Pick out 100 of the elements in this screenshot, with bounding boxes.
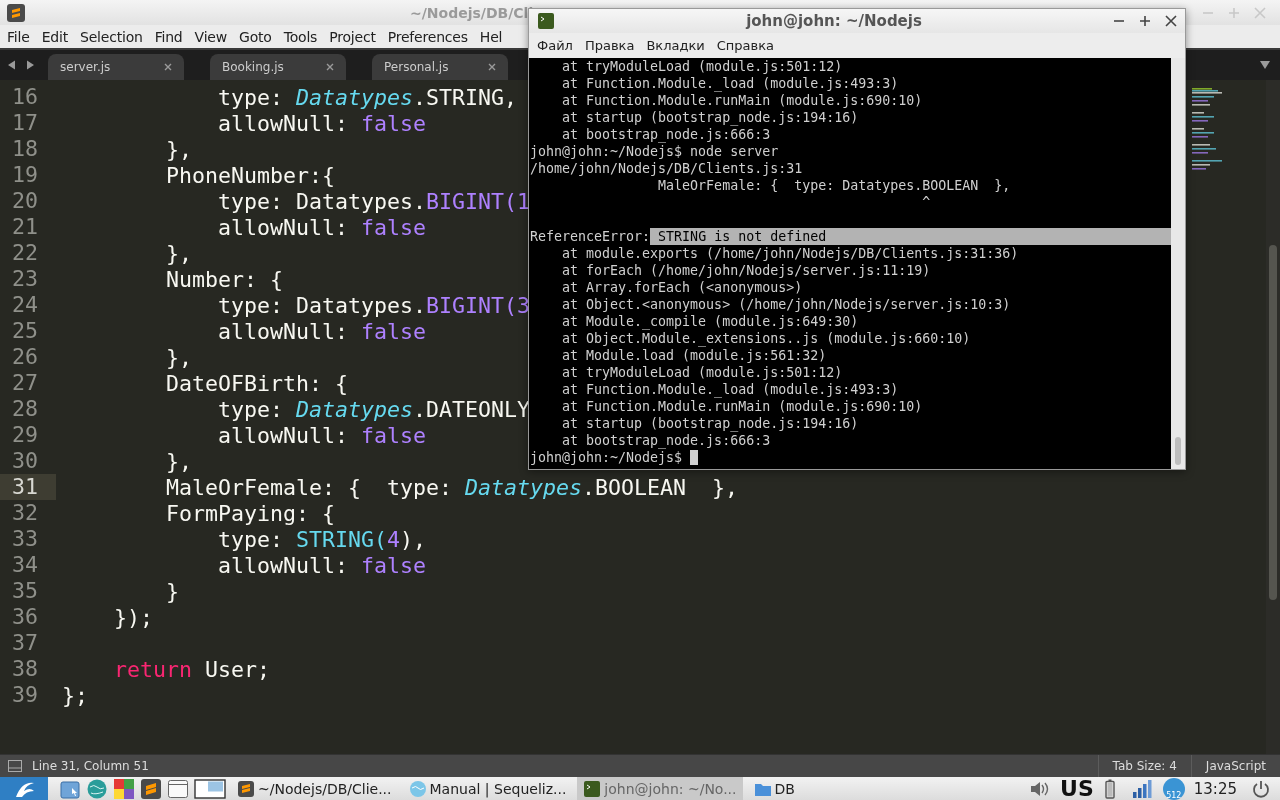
terminal-line: at startup (bootstrap_node.js:194:16) xyxy=(561,415,859,432)
menu-item[interactable]: Правка xyxy=(578,38,641,53)
line-number: 37 xyxy=(11,630,39,656)
code-line: }; xyxy=(61,682,88,708)
color-blocks-icon[interactable] xyxy=(113,777,135,800)
file-tab[interactable]: Personal.js xyxy=(372,54,508,80)
power-icon[interactable] xyxy=(1252,779,1270,798)
code-line: }); xyxy=(113,604,153,630)
menu-item[interactable]: Project xyxy=(323,28,382,45)
code-line: allowNull: false xyxy=(217,110,427,136)
line-number: 23 xyxy=(11,266,39,292)
code-line: type: Datatypes.BIGINT(1 xyxy=(217,188,531,214)
code-line: FormPaying: { xyxy=(165,500,335,526)
tab-scroll-arrows-icon[interactable] xyxy=(8,60,34,70)
taskbar-task[interactable]: john@john: ~/No... xyxy=(577,777,743,800)
terminal-line: at Function.Module.runMain (module.js:690:10) xyxy=(561,398,923,415)
terminal-line: at Object.<anonymous> (/home/john/Nodejs/server.js:10:3) xyxy=(561,296,1011,313)
code-line: PhoneNumber:{ xyxy=(165,162,335,188)
clock[interactable]: 13:25 xyxy=(1193,779,1237,798)
menu-item[interactable]: Вкладки xyxy=(640,38,711,53)
show-desktop-icon[interactable] xyxy=(194,777,226,800)
keyboard-layout[interactable]: US xyxy=(1060,776,1094,800)
menu-item[interactable]: File xyxy=(1,28,36,45)
terminal-line: at Function.Module.runMain (module.js:690:10) xyxy=(561,92,923,109)
close-icon[interactable] xyxy=(326,63,334,71)
code-line: }, xyxy=(165,136,192,162)
globe-icon[interactable] xyxy=(86,777,108,800)
line-number: 27 xyxy=(11,370,39,396)
line-number: 30 xyxy=(11,448,39,474)
line-number: 33 xyxy=(11,526,39,552)
code-line: allowNull: false xyxy=(217,214,427,240)
dropdown-icon[interactable] xyxy=(1260,61,1270,69)
panel-icon[interactable] xyxy=(8,760,22,772)
menu-item[interactable]: Selection xyxy=(73,28,149,45)
taskbar-task[interactable]: Manual | Sequeliz... xyxy=(402,777,573,800)
terminal-line: at module.exports (/home/john/Nodejs/DB/Clients.js:31:36) xyxy=(561,245,1019,262)
menu-item[interactable]: Файл xyxy=(531,38,579,53)
line-number: 39 xyxy=(11,682,39,708)
terminal-line: at bootstrap_node.js:666:3 xyxy=(561,432,771,449)
window-title: john@john: ~/Nodejs xyxy=(744,12,923,30)
code-line: }, xyxy=(165,344,192,370)
scrollbar-thumb[interactable] xyxy=(1175,437,1181,465)
code-line: }, xyxy=(165,240,192,266)
code-line: type: Datatypes.BIGINT(3 xyxy=(217,292,531,318)
code-line: MaleOrFemale: { type: Datatypes.BOOLEAN }, xyxy=(165,474,739,500)
line-number: 19 xyxy=(11,162,39,188)
terminal-line: at Object.Module._extensions..js (module.js:660:10) xyxy=(561,330,971,347)
terminal-line: at Function.Module._load (module.js:493:3) xyxy=(561,75,899,92)
terminal-line: at forEach (/home/john/Nodejs/server.js:11:19) xyxy=(561,262,931,279)
terminal-line: at tryModuleLoad (module.js:501:12) xyxy=(561,364,843,381)
signal-icon[interactable] xyxy=(1131,779,1152,798)
code-line: }, xyxy=(165,448,192,474)
line-number: 24 xyxy=(11,292,39,318)
line-number: 18 xyxy=(11,136,39,162)
terminal-line: at Function.Module._load (module.js:493:3) xyxy=(561,381,899,398)
menu-item[interactable]: Справка xyxy=(710,38,781,53)
code-line: Number: { xyxy=(165,266,283,292)
menu-item[interactable]: Tools xyxy=(277,28,324,45)
terminal-line: at tryModuleLoad (module.js:501:12) xyxy=(561,58,843,75)
code-line: return User; xyxy=(113,656,271,682)
app-icon[interactable] xyxy=(140,777,162,800)
terminal-icon xyxy=(537,12,555,30)
close-icon[interactable] xyxy=(164,63,172,71)
menu-item[interactable]: Find xyxy=(148,28,189,45)
start-menu-icon[interactable] xyxy=(0,777,48,800)
window-icon[interactable] xyxy=(167,777,189,800)
globe-icon xyxy=(408,779,427,798)
volume-icon[interactable] xyxy=(1029,779,1050,798)
terminal-icon xyxy=(583,779,602,798)
code-line: type: STRING(4), xyxy=(217,526,427,552)
menu-item[interactable]: Edit xyxy=(35,28,74,45)
code-line: allowNull: false xyxy=(217,422,427,448)
menu-item[interactable]: View xyxy=(188,28,233,45)
maximize-icon[interactable] xyxy=(1139,15,1151,27)
line-number: 20 xyxy=(11,188,39,214)
line-number: 21 xyxy=(11,214,39,240)
terminal-line: at bootstrap_node.js:666:3 xyxy=(561,126,771,143)
scrollbar-thumb[interactable] xyxy=(1269,245,1277,600)
file-tab[interactable]: server.js xyxy=(48,54,184,80)
selected-text: STRING is not defined xyxy=(650,228,1171,245)
close-icon[interactable] xyxy=(488,63,496,71)
line-number: 26 xyxy=(11,344,39,370)
taskbar-task[interactable]: DB xyxy=(747,777,801,800)
menu-item[interactable]: Goto xyxy=(233,28,278,45)
file-tab[interactable]: Booking.js xyxy=(210,54,346,80)
terminal-line: at startup (bootstrap_node.js:194:16) xyxy=(561,109,859,126)
line-number: 22 xyxy=(11,240,39,266)
menu-item[interactable]: Hel xyxy=(473,28,509,45)
line-number: 28 xyxy=(11,396,39,422)
menu-item[interactable]: Preferences xyxy=(381,28,474,45)
close-icon[interactable] xyxy=(1165,15,1177,27)
code-line: type: Datatypes.STRING, xyxy=(217,84,518,110)
battery-icon[interactable] xyxy=(1104,778,1115,799)
line-number: 17 xyxy=(11,110,39,136)
cursor-position: Line 31, Column 51 xyxy=(32,759,149,773)
line-number: 35 xyxy=(11,578,39,604)
line-number: 29 xyxy=(11,422,39,448)
taskbar-task[interactable]: ~/Nodejs/DB/Clie... xyxy=(231,777,398,800)
terminal-line: john@john:~/Nodejs$ xyxy=(530,449,684,466)
code-line: type: Datatypes.DATEONLY xyxy=(217,396,531,422)
